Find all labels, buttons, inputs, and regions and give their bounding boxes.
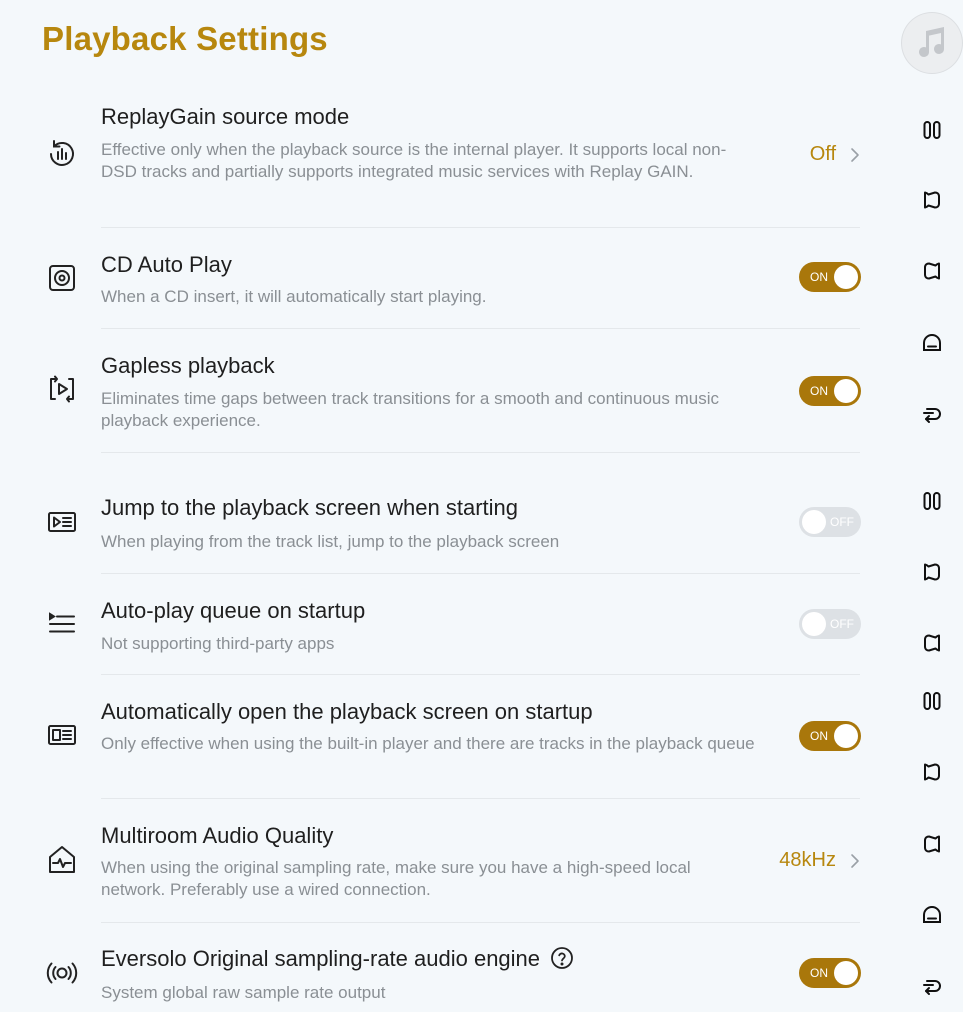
gapless-playback-toggle[interactable]: ON (799, 376, 861, 406)
next-icon[interactable] (921, 833, 943, 855)
setting-replaygain[interactable]: ReplayGain source mode Effective only wh… (0, 0, 860, 228)
auto-play-queue-toggle[interactable]: OFF (799, 609, 861, 639)
home-icon[interactable] (921, 332, 943, 354)
gapless-icon (46, 373, 78, 405)
setting-title: ReplayGain source mode (101, 104, 350, 129)
previous-icon[interactable] (921, 761, 943, 783)
setting-description: Not supporting third-party apps (101, 634, 335, 653)
setting-auto-play-queue[interactable]: Auto-play queue on startup Not supportin… (0, 574, 861, 675)
multiroom-value: 48kHz (779, 849, 836, 871)
setting-jump-to-playback[interactable]: Jump to the playback screen when startin… (0, 453, 861, 574)
toggle-state: ON (810, 729, 828, 743)
chevron-right-icon (851, 853, 859, 868)
setting-title: Multiroom Audio Quality (101, 823, 334, 848)
setting-description: Effective only when the playback source … (101, 140, 727, 181)
queue-icon (46, 608, 78, 640)
setting-title: Automatically open the playback screen o… (101, 699, 593, 724)
toggle-state: ON (810, 270, 828, 284)
setting-description: When using the original sampling rate, m… (101, 858, 691, 899)
previous-icon[interactable] (921, 189, 943, 211)
toggle-knob (834, 265, 858, 289)
setting-title: Jump to the playback screen when startin… (101, 495, 519, 520)
toggle-state: ON (810, 966, 828, 980)
playback-settings-screen: Playback Settings ReplayGain source mode… (0, 0, 963, 1012)
home-icon[interactable] (921, 904, 943, 926)
cd-auto-play-toggle[interactable]: ON (799, 262, 861, 292)
auto-open-playback-toggle[interactable]: ON (799, 721, 861, 751)
setting-title: CD Auto Play (101, 252, 232, 277)
toggle-knob (834, 379, 858, 403)
replaygain-value-link[interactable]: Off (810, 143, 860, 166)
chevron-right-icon (851, 147, 859, 162)
help-icon[interactable] (550, 946, 574, 970)
previous-icon[interactable] (921, 561, 943, 583)
toggle-knob (802, 510, 826, 534)
setting-multiroom-quality[interactable]: Multiroom Audio Quality When using the o… (0, 799, 860, 923)
jump-to-playback-toggle[interactable]: OFF (799, 507, 861, 537)
next-icon[interactable] (921, 260, 943, 282)
setting-description: System global raw sample rate output (101, 983, 386, 1002)
setting-cd-auto-play[interactable]: CD Auto Play When a CD insert, it will a… (0, 228, 861, 329)
toggle-knob (802, 612, 826, 636)
setting-title: Eversolo Original sampling-rate audio en… (101, 946, 574, 972)
toggle-knob (834, 961, 858, 985)
setting-title-text: Eversolo Original sampling-rate audio en… (101, 946, 541, 971)
setting-description: When playing from the track list, jump t… (101, 532, 560, 551)
pause-icon[interactable] (921, 490, 943, 512)
replaygain-value: Off (809, 143, 836, 165)
audio-engine-toggle[interactable]: ON (799, 958, 861, 988)
setting-description: Eliminates time gaps between track trans… (101, 389, 719, 430)
pause-icon[interactable] (921, 119, 943, 141)
nav-rail (895, 0, 963, 1012)
multiroom-icon (46, 844, 78, 876)
back-icon[interactable] (921, 404, 943, 426)
open-screen-icon (46, 719, 78, 751)
toggle-state: OFF (830, 515, 854, 529)
audio-engine-icon (46, 957, 78, 989)
setting-description: Only effective when using the built-in p… (101, 734, 755, 753)
setting-auto-open-playback[interactable]: Automatically open the playback screen o… (0, 675, 861, 799)
toggle-knob (834, 724, 858, 748)
toggle-state: ON (810, 384, 828, 398)
next-icon[interactable] (921, 632, 943, 654)
pause-icon[interactable] (921, 690, 943, 712)
setting-title: Gapless playback (101, 353, 275, 378)
playback-screen-icon (46, 506, 78, 538)
setting-description: When a CD insert, it will automatically … (101, 287, 487, 306)
music-note-icon[interactable] (902, 13, 962, 73)
setting-audio-engine[interactable]: Eversolo Original sampling-rate audio en… (0, 923, 861, 1012)
setting-gapless-playback[interactable]: Gapless playback Eliminates time gaps be… (0, 329, 861, 453)
toggle-state: OFF (830, 617, 854, 631)
back-icon[interactable] (921, 976, 943, 998)
setting-title: Auto-play queue on startup (101, 598, 366, 623)
cd-icon (46, 262, 78, 294)
replaygain-icon (46, 138, 78, 170)
multiroom-value-link[interactable]: 48kHz (779, 849, 860, 872)
